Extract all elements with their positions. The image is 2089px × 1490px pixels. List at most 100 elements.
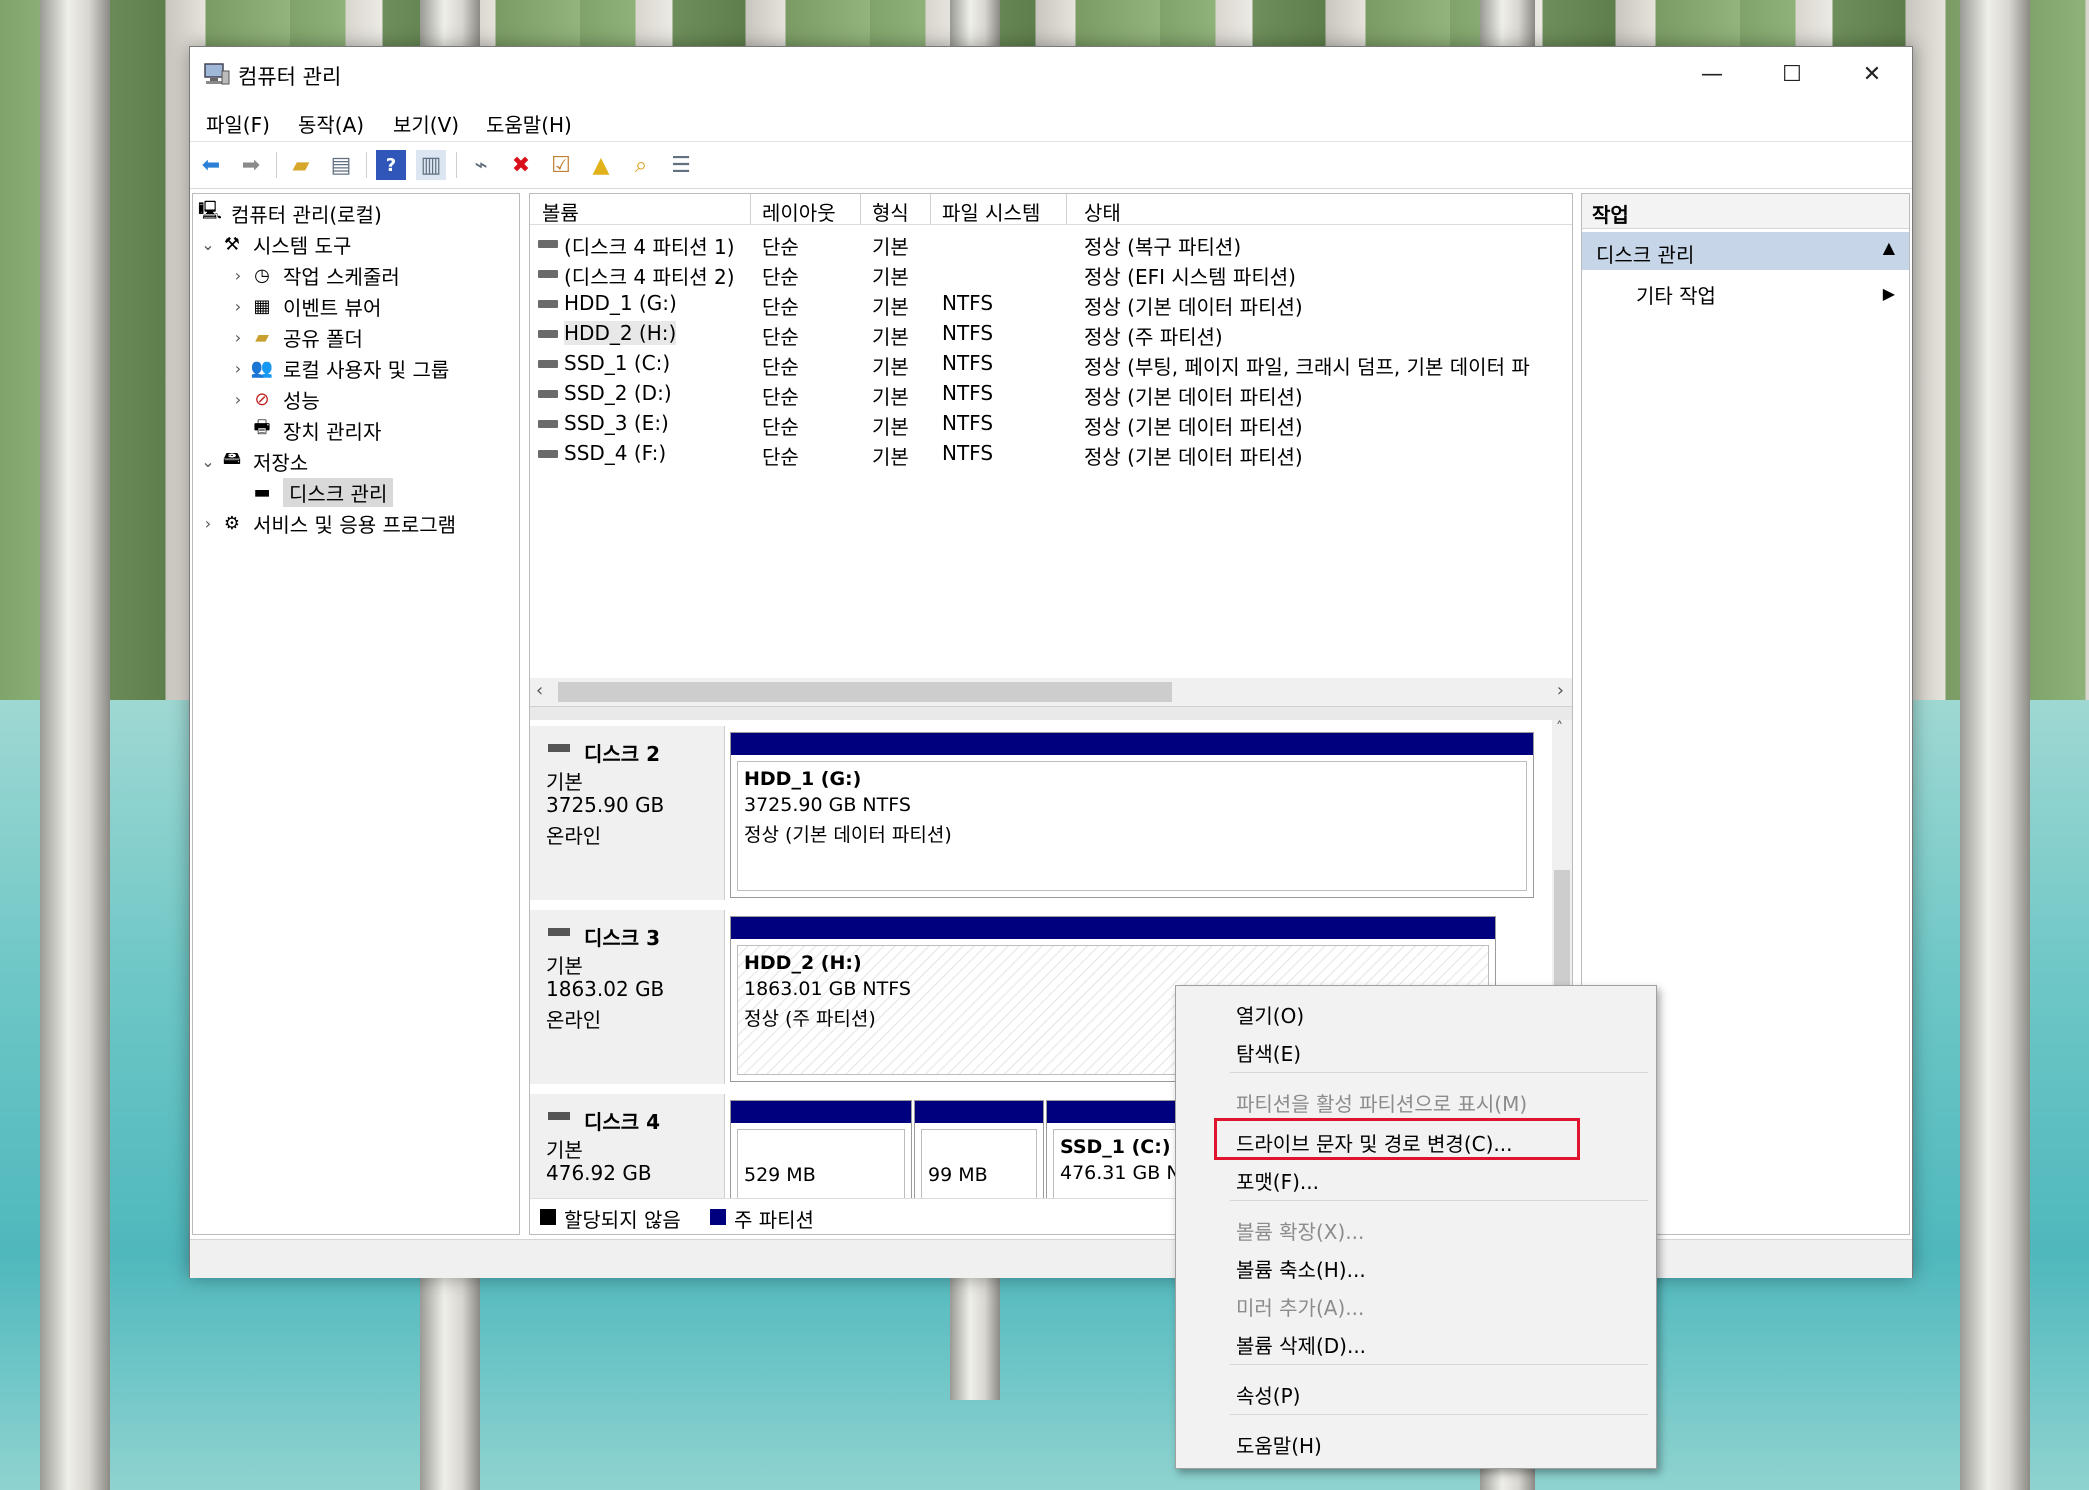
partition-bar — [731, 917, 1495, 939]
volume-row[interactable]: (디스크 4 파티션 2) 단순 기본 정상 (EFI 시스템 파티션) — [530, 258, 1572, 289]
toolbar-separator — [276, 152, 277, 178]
scroll-up-icon[interactable]: ˄ — [1556, 720, 1563, 736]
scroll-right-icon[interactable]: › — [1557, 680, 1564, 701]
tree-item-system-tools[interactable]: ⌄ ⚒ 시스템 도구 — [197, 229, 351, 259]
partition-efi[interactable]: 99 MB — [914, 1100, 1044, 1198]
menu-item-delete-volume[interactable]: 볼륨 삭제(D)... — [1236, 1330, 1366, 1359]
tree-item-device-manager[interactable]: 🖶 장치 관리자 — [249, 415, 382, 445]
toolbar-separator — [366, 152, 367, 178]
volume-row[interactable]: SSD_2 (D:) 단순 기본 NTFS 정상 (기본 데이터 파티션) — [530, 378, 1572, 409]
column-separator[interactable] — [930, 194, 931, 224]
close-button[interactable]: ✕ — [1832, 47, 1912, 101]
chevron-right-icon[interactable]: › — [227, 297, 249, 316]
menu-file[interactable]: 파일(F) — [206, 109, 270, 138]
actions-more[interactable]: 기타 작업 — [1636, 280, 1716, 309]
tree-item-storage[interactable]: ⌄ 🖴 저장소 — [197, 446, 308, 476]
volume-row[interactable]: SSD_3 (E:) 단순 기본 NTFS 정상 (기본 데이터 파티션) — [530, 408, 1572, 439]
menu-item-shrink-volume[interactable]: 볼륨 축소(H)... — [1236, 1254, 1366, 1283]
menu-item-explore[interactable]: 탐색(E) — [1236, 1038, 1301, 1067]
disk-icon — [548, 928, 570, 936]
chevron-right-icon[interactable]: › — [227, 328, 249, 347]
menu-view[interactable]: 보기(V) — [393, 109, 459, 138]
volume-row[interactable]: SSD_4 (F:) 단순 기본 NTFS 정상 (기본 데이터 파티션) — [530, 438, 1572, 469]
title-bar[interactable]: 컴퓨터 관리 — ☐ ✕ — [190, 47, 1912, 101]
column-separator[interactable] — [1066, 194, 1067, 224]
disk-3-label[interactable]: 디스크 3 기본 1863.02 GB 온라인 — [530, 910, 725, 1084]
tree-item-local-users[interactable]: › 👥 로컬 사용자 및 그룹 — [227, 353, 449, 383]
menu-item-properties[interactable]: 속성(P) — [1236, 1380, 1300, 1409]
scroll-left-icon[interactable]: ‹ — [536, 680, 543, 701]
menu-separator — [1230, 1200, 1648, 1201]
minimize-button[interactable]: — — [1672, 47, 1752, 101]
disk-2-label[interactable]: 디스크 2 기본 3725.90 GB 온라인 — [530, 726, 725, 900]
properties-checklist-icon[interactable]: ☑ — [546, 150, 576, 180]
horizontal-scrollbar[interactable]: ‹ › — [530, 678, 1572, 706]
maximize-button[interactable]: ☐ — [1752, 47, 1832, 101]
menu-item-format[interactable]: 포맷(F)... — [1236, 1166, 1319, 1195]
chevron-down-icon[interactable]: ⌄ — [197, 452, 219, 471]
help-icon[interactable]: ? — [376, 150, 406, 180]
tools-icon: ⚒ — [223, 233, 241, 255]
tree-item-task-scheduler[interactable]: › ◷ 작업 스케줄러 — [227, 260, 400, 290]
folder-up-arrow-icon[interactable]: ▲ — [586, 150, 616, 180]
column-header-filesystem[interactable]: 파일 시스템 — [942, 197, 1040, 226]
column-separator[interactable] — [750, 194, 751, 224]
chevron-right-icon[interactable]: › — [227, 266, 249, 285]
scrollbar-thumb[interactable] — [1554, 870, 1570, 990]
list-view-icon[interactable]: ☰ — [666, 150, 696, 180]
column-header-layout[interactable]: 레이아웃 — [762, 197, 836, 226]
volume-row[interactable]: (디스크 4 파티션 1) 단순 기본 정상 (복구 파티션) — [530, 228, 1572, 259]
partition-hdd1[interactable]: HDD_1 (G:) 3725.90 GB NTFS 정상 (기본 데이터 파티… — [730, 732, 1534, 898]
chevron-right-icon[interactable]: › — [227, 390, 249, 409]
shared-folder-icon: ▰ — [255, 326, 269, 348]
show-hide-tree-icon[interactable]: ▤ — [326, 150, 356, 180]
primary-swatch — [710, 1209, 726, 1225]
menu-help[interactable]: 도움말(H) — [486, 109, 572, 138]
connect-drive-icon[interactable]: ⌁ — [466, 150, 496, 180]
menu-item-open[interactable]: 열기(O) — [1236, 1000, 1304, 1029]
partition-title: HDD_1 (G:) — [744, 768, 862, 790]
submenu-arrow-icon[interactable]: ▶ — [1883, 284, 1895, 303]
column-header-volume[interactable]: 볼륨 — [542, 197, 579, 226]
volume-row[interactable]: SSD_1 (C:) 단순 기본 NTFS 정상 (부팅, 페이지 파일, 크래… — [530, 348, 1572, 379]
column-separator[interactable] — [860, 194, 861, 224]
tree-item-shared-folders[interactable]: › ▰ 공유 폴더 — [227, 322, 363, 352]
volume-row[interactable]: HDD_1 (G:) 단순 기본 NTFS 정상 (기본 데이터 파티션) — [530, 288, 1572, 319]
tree-item-root[interactable]: 🖳 컴퓨터 관리(로컬) — [197, 198, 382, 228]
chevron-right-icon[interactable]: › — [197, 514, 219, 533]
chevron-right-icon[interactable]: › — [227, 359, 249, 378]
disk-4-label[interactable]: 디스크 4 기본 476.92 GB — [530, 1094, 725, 1198]
services-icon: ⚙ — [223, 512, 241, 534]
partition-bar — [731, 733, 1533, 755]
partition-size: 1863.01 GB NTFS — [744, 978, 911, 1000]
menu-action[interactable]: 동작(A) — [298, 109, 364, 138]
up-folder-icon[interactable]: ▰ — [286, 150, 316, 180]
scrollbar-thumb[interactable] — [558, 682, 1172, 702]
menu-item-help[interactable]: 도움말(H) — [1236, 1430, 1322, 1459]
tree-item-disk-management[interactable]: ▬ 디스크 관리 — [249, 477, 394, 507]
partition-recovery[interactable]: 529 MB — [730, 1100, 912, 1198]
partition-title: SSD_1 (C:) — [1060, 1136, 1171, 1158]
volume-icon — [538, 390, 558, 398]
users-icon: 👥 — [250, 357, 274, 379]
device-manager-icon: 🖶 — [253, 417, 271, 438]
disk-icon — [548, 744, 570, 752]
back-arrow-icon[interactable]: ⬅ — [196, 150, 226, 180]
partition-size: 529 MB — [744, 1164, 816, 1186]
forward-arrow-icon[interactable]: ➡ — [236, 150, 266, 180]
column-header-type[interactable]: 형식 — [872, 197, 909, 226]
chevron-down-icon[interactable]: ⌄ — [197, 235, 219, 254]
volume-row[interactable]: HDD_2 (H:) 단순 기본 NTFS 정상 (주 파티션) — [530, 318, 1572, 349]
actions-section-disk-management[interactable]: 디스크 관리 ▲ — [1582, 232, 1909, 270]
tree-item-services-apps[interactable]: › ⚙ 서비스 및 응용 프로그램 — [197, 508, 456, 538]
delete-x-icon[interactable]: ✖ — [506, 150, 536, 180]
tree-item-performance[interactable]: › ⊘ 성능 — [227, 384, 320, 414]
search-folder-icon[interactable]: ⌕ — [626, 150, 656, 180]
show-hide-action-pane-icon[interactable]: ▥ — [416, 150, 446, 180]
collapse-triangle-icon[interactable]: ▲ — [1883, 238, 1895, 257]
tree-item-event-viewer[interactable]: › ▦ 이벤트 뷰어 — [227, 291, 382, 321]
column-header-status[interactable]: 상태 — [1084, 197, 1121, 226]
menu-item-mark-active: 파티션을 활성 파티션으로 표시(M) — [1236, 1092, 1528, 1116]
volume-icon — [538, 330, 558, 338]
toolbar: ⬅ ➡ ▰ ▤ ? ▥ ⌁ ✖ ☑ ▲ ⌕ ☰ — [190, 141, 1912, 189]
